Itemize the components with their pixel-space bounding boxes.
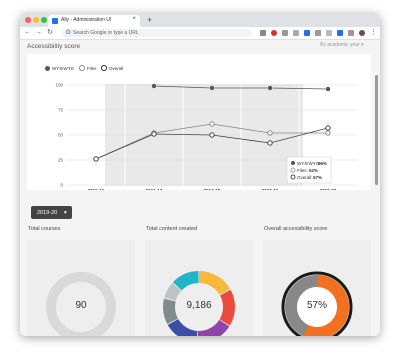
total-content-card: 9,186 (145, 240, 253, 336)
google-icon: G (66, 30, 71, 36)
extension-icon[interactable] (293, 30, 299, 36)
forward-icon[interactable]: → (35, 28, 42, 38)
extension-icon[interactable] (337, 30, 343, 36)
data-point-files[interactable] (209, 121, 215, 127)
extension-icon[interactable] (271, 30, 277, 36)
extension-icon[interactable] (315, 30, 321, 36)
browser-toolbar: ← → ↻ G Search Google or type a URL ⋮ (20, 27, 380, 40)
close-window-dot[interactable] (25, 17, 31, 23)
chevron-down-icon: ▾ (64, 210, 67, 216)
overall-score-value: 57% (306, 300, 327, 311)
reload-icon[interactable]: ↻ (47, 28, 53, 38)
data-point-overall[interactable] (267, 140, 273, 146)
tab-title: Ally - Administration UI (61, 17, 112, 23)
accessibility-chart-card: WYSIWYG Files Overall 0255075100 2015-16… (27, 54, 371, 190)
x-tick-label: 2019-20 (320, 188, 337, 190)
year-dropdown-label: 2019-20 (37, 210, 58, 216)
extension-icon[interactable] (348, 30, 354, 36)
total-courses-card: 90 (27, 240, 135, 336)
line-chart: 0255075100 2015-162016-172017-182018-192… (55, 83, 357, 190)
total-content-value: 9,186 (186, 300, 212, 311)
data-point-overall[interactable] (93, 156, 99, 162)
chart-x-ticks: 2015-16 2016-17 2017-18 2018-19 2019-20 (88, 188, 337, 190)
tooltip-label: Files: (297, 168, 308, 173)
data-point-wysiwyg[interactable] (325, 86, 331, 92)
overall-score-title: Overall accessibility score (264, 226, 328, 232)
content-donut (163, 271, 235, 336)
tooltip-value: 52% (309, 168, 318, 173)
favicon-icon (52, 18, 58, 24)
chevron-down-icon: ▾ (361, 42, 364, 48)
minimize-window-dot[interactable] (33, 17, 39, 23)
data-point-overall[interactable] (209, 132, 215, 138)
data-point-wysiwyg[interactable] (209, 85, 215, 91)
data-point-files[interactable] (325, 130, 331, 136)
y-tick-label: 75 (58, 108, 64, 113)
extension-icon[interactable] (282, 30, 288, 36)
x-tick-label: 2016-17 (146, 188, 163, 190)
data-point-overall[interactable] (151, 131, 157, 137)
chart-tooltip: WYSIWYG: 96% Files: 52% Overall: 57% (286, 156, 332, 184)
address-placeholder: Search Google or type a URL (73, 30, 139, 36)
x-tick-label: 2017-18 (204, 188, 221, 190)
new-tab-button[interactable]: + (147, 14, 152, 26)
extension-icon[interactable] (326, 30, 332, 36)
y-tick-label: 25 (58, 158, 64, 163)
tooltip-marker-icon (291, 161, 295, 165)
section-title: Accessibility score (27, 43, 81, 50)
address-bar[interactable]: G Search Google or type a URL (62, 29, 252, 37)
data-point-overall[interactable] (325, 125, 331, 131)
y-tick-label: 100 (55, 83, 63, 88)
x-tick-label: 2018-19 (262, 188, 279, 190)
tab-strip: Ally - Administration UI × + (20, 13, 380, 27)
total-courses-value: 90 (75, 300, 87, 311)
chart-y-ticks: 0 25 50 75 100 (55, 83, 63, 188)
x-tick-label: 2015-16 (88, 188, 105, 190)
browser-tab[interactable]: Ally - Administration UI × (48, 15, 140, 27)
tooltip-label: WYSIWYG: (297, 161, 321, 166)
total-content-title: Total content created (146, 226, 198, 232)
tooltip-marker-icon (290, 167, 296, 173)
y-tick-label: 50 (58, 133, 64, 138)
data-point-wysiwyg[interactable] (151, 83, 157, 89)
maximize-window-dot[interactable] (41, 17, 47, 23)
browser-window: Ally - Administration UI × + ← → ↻ G Sea… (20, 13, 380, 336)
view-select[interactable]: By academic year ▾ (320, 42, 364, 48)
extension-icon[interactable] (260, 30, 266, 36)
tab-close-icon[interactable]: × (132, 16, 136, 22)
y-tick-label: 0 (60, 183, 63, 188)
tooltip-value: 96% (318, 161, 327, 166)
menu-icon[interactable]: ⋮ (370, 28, 377, 38)
tooltip-label: Overall: (297, 175, 313, 180)
score-donut (281, 271, 353, 336)
courses-donut (46, 272, 116, 336)
avatar[interactable] (359, 30, 365, 36)
year-dropdown[interactable]: 2019-20 ▾ (31, 206, 72, 219)
page-content: Accessibility score By academic year ▾ W… (20, 40, 380, 336)
extension-icon[interactable] (304, 30, 310, 36)
data-point-wysiwyg[interactable] (267, 85, 273, 91)
view-select-label: By academic year (320, 42, 360, 48)
total-courses-title: Total courses (28, 226, 61, 232)
scrollbar[interactable] (375, 75, 378, 185)
tooltip-value: 57% (313, 175, 322, 180)
tooltip-marker-icon (290, 174, 296, 180)
back-icon[interactable]: ← (24, 28, 31, 38)
data-point-files[interactable] (267, 130, 273, 136)
overall-score-card: 57% (263, 240, 371, 336)
